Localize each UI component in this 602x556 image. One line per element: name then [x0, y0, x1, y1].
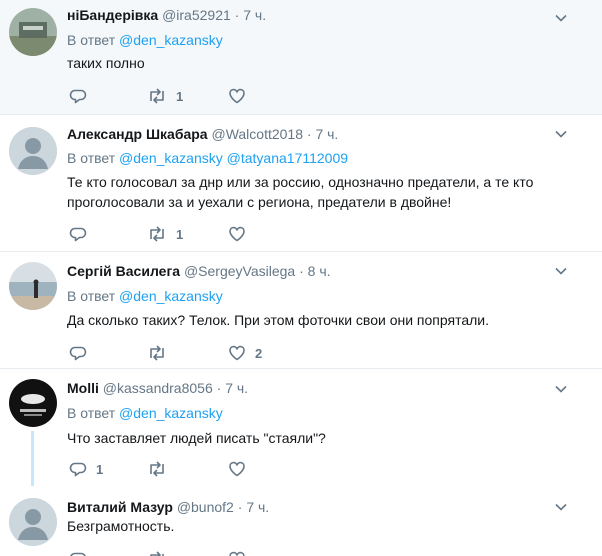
chevron-down-icon[interactable]: [554, 11, 568, 25]
replying-to: В ответ @den_kazansky: [67, 31, 223, 49]
user-handle[interactable]: @SergeyVasilega: [184, 263, 295, 279]
tweet[interactable]: Александр Шкабара @Walcott2018 · 7 ч. В …: [0, 115, 602, 252]
tweet-header: ніБандерівка @ira52921 · 7 ч.: [67, 6, 266, 24]
chevron-down-icon[interactable]: [554, 127, 568, 141]
heart-icon: [229, 551, 245, 556]
mention-link[interactable]: @den_kazansky: [119, 150, 223, 166]
replying-prefix: В ответ: [67, 288, 116, 304]
retweet-button[interactable]: 1: [147, 224, 183, 244]
tweet[interactable]: ніБандерівка @ira52921 · 7 ч. В ответ @d…: [0, 0, 602, 115]
avatar[interactable]: [9, 127, 57, 175]
retweet-button[interactable]: [147, 343, 176, 363]
reply-button[interactable]: [69, 343, 96, 363]
reply-button[interactable]: [69, 549, 87, 556]
timestamp[interactable]: 7 ч.: [246, 499, 269, 515]
retweet-button[interactable]: 1: [147, 86, 183, 106]
tweet-text: Безграмотность.: [67, 518, 175, 534]
separator-dot: ·: [234, 7, 240, 23]
reply-button[interactable]: [69, 86, 96, 106]
tweet-text: таких полно: [67, 55, 145, 71]
user-handle[interactable]: @ira52921: [162, 7, 231, 23]
user-handle[interactable]: @Walcott2018: [211, 126, 303, 142]
tweet-header: Сергій Василега @SergeyVasilega · 8 ч.: [67, 262, 331, 280]
chevron-down-icon[interactable]: [554, 264, 568, 278]
separator-dot: ·: [216, 380, 222, 396]
chevron-down-icon[interactable]: [554, 500, 568, 514]
mention-link[interactable]: @tatyana17112009: [227, 150, 348, 166]
heart-icon: [229, 461, 245, 477]
tweet-actions: 1: [67, 459, 487, 479]
tweet-actions: 1: [67, 224, 487, 244]
retweet-button[interactable]: [147, 459, 176, 479]
heart-icon: [229, 88, 245, 104]
mention-link[interactable]: @den_kazansky: [119, 288, 223, 304]
like-count: 2: [255, 345, 263, 361]
like-button[interactable]: [228, 224, 255, 244]
reply-count: 1: [96, 461, 104, 477]
retweet-icon: [150, 461, 164, 477]
mention-link[interactable]: @den_kazansky: [119, 405, 223, 421]
like-button[interactable]: [228, 459, 255, 479]
separator-dot: ·: [306, 126, 312, 142]
reply-button[interactable]: [69, 224, 96, 244]
retweet-icon: [150, 551, 164, 556]
reply-icon: [69, 346, 87, 361]
replying-to: В ответ @den_kazansky @tatyana17112009: [67, 149, 348, 167]
separator-dot: ·: [237, 499, 243, 515]
tweet[interactable]: Виталий Мазур @bunof2 · 7 ч. Безграмотно…: [0, 486, 602, 556]
chevron-down-icon[interactable]: [554, 382, 568, 396]
like-button[interactable]: [228, 86, 255, 106]
like-button[interactable]: [228, 549, 246, 556]
reply-icon: [69, 89, 87, 104]
timestamp[interactable]: 7 ч.: [225, 380, 248, 396]
tweet-text: Те кто голосовал за днр или за россию, о…: [67, 174, 534, 210]
replying-to: В ответ @den_kazansky: [67, 404, 223, 422]
tweet-header: Molli @kassandra8056 · 7 ч.: [67, 379, 248, 397]
reply-icon: [69, 462, 87, 477]
tweet-header: Александр Шкабара @Walcott2018 · 7 ч.: [67, 125, 338, 143]
retweet-count: 1: [176, 88, 184, 104]
replying-prefix: В ответ: [67, 405, 116, 421]
heart-icon: [229, 345, 245, 361]
user-handle[interactable]: @kassandra8056: [103, 380, 213, 396]
heart-icon: [229, 226, 245, 242]
timestamp[interactable]: 8 ч.: [308, 263, 331, 279]
tweet[interactable]: Molli @kassandra8056 · 7 ч. В ответ @den…: [0, 369, 602, 495]
tweet-actions: 2: [67, 343, 487, 363]
tweet-header: Виталий Мазур @bunof2 · 7 ч.: [67, 498, 269, 516]
avatar[interactable]: [9, 8, 57, 56]
tweet[interactable]: Сергій Василега @SergeyVasilega · 8 ч. В…: [0, 252, 602, 369]
display-name[interactable]: Александр Шкабара: [67, 126, 208, 142]
display-name[interactable]: Сергій Василега: [67, 263, 180, 279]
replying-prefix: В ответ: [67, 150, 116, 166]
retweet-button[interactable]: [147, 549, 167, 556]
tweet-text: Что заставляет людей писать "стаяли"?: [67, 430, 326, 446]
tweet-actions: [67, 549, 487, 556]
retweet-icon: [150, 345, 164, 361]
timestamp[interactable]: 7 ч.: [315, 126, 338, 142]
separator-dot: ·: [299, 263, 304, 279]
retweet-icon: [150, 226, 164, 242]
timestamp[interactable]: 7 ч.: [243, 7, 266, 23]
replying-to: В ответ @den_kazansky: [67, 287, 223, 305]
tweet-actions: 1: [67, 86, 487, 106]
display-name[interactable]: ніБандерівка: [67, 7, 158, 23]
mention-link[interactable]: @den_kazansky: [119, 32, 223, 48]
user-handle[interactable]: @bunof2: [177, 499, 234, 515]
reply-button[interactable]: 1: [69, 459, 103, 479]
reply-icon: [70, 552, 86, 556]
retweet-count: 1: [176, 226, 184, 242]
display-name[interactable]: Виталий Мазур: [67, 499, 173, 515]
avatar[interactable]: [9, 498, 57, 546]
like-button[interactable]: 2: [228, 343, 262, 363]
display-name[interactable]: Molli: [67, 380, 99, 396]
replying-prefix: В ответ: [67, 32, 116, 48]
tweet-text: Да сколько таких? Телок. При этом фоточк…: [67, 312, 489, 328]
avatar[interactable]: [9, 262, 57, 310]
retweet-icon: [150, 88, 164, 104]
reply-icon: [69, 227, 87, 242]
avatar[interactable]: [9, 379, 57, 427]
